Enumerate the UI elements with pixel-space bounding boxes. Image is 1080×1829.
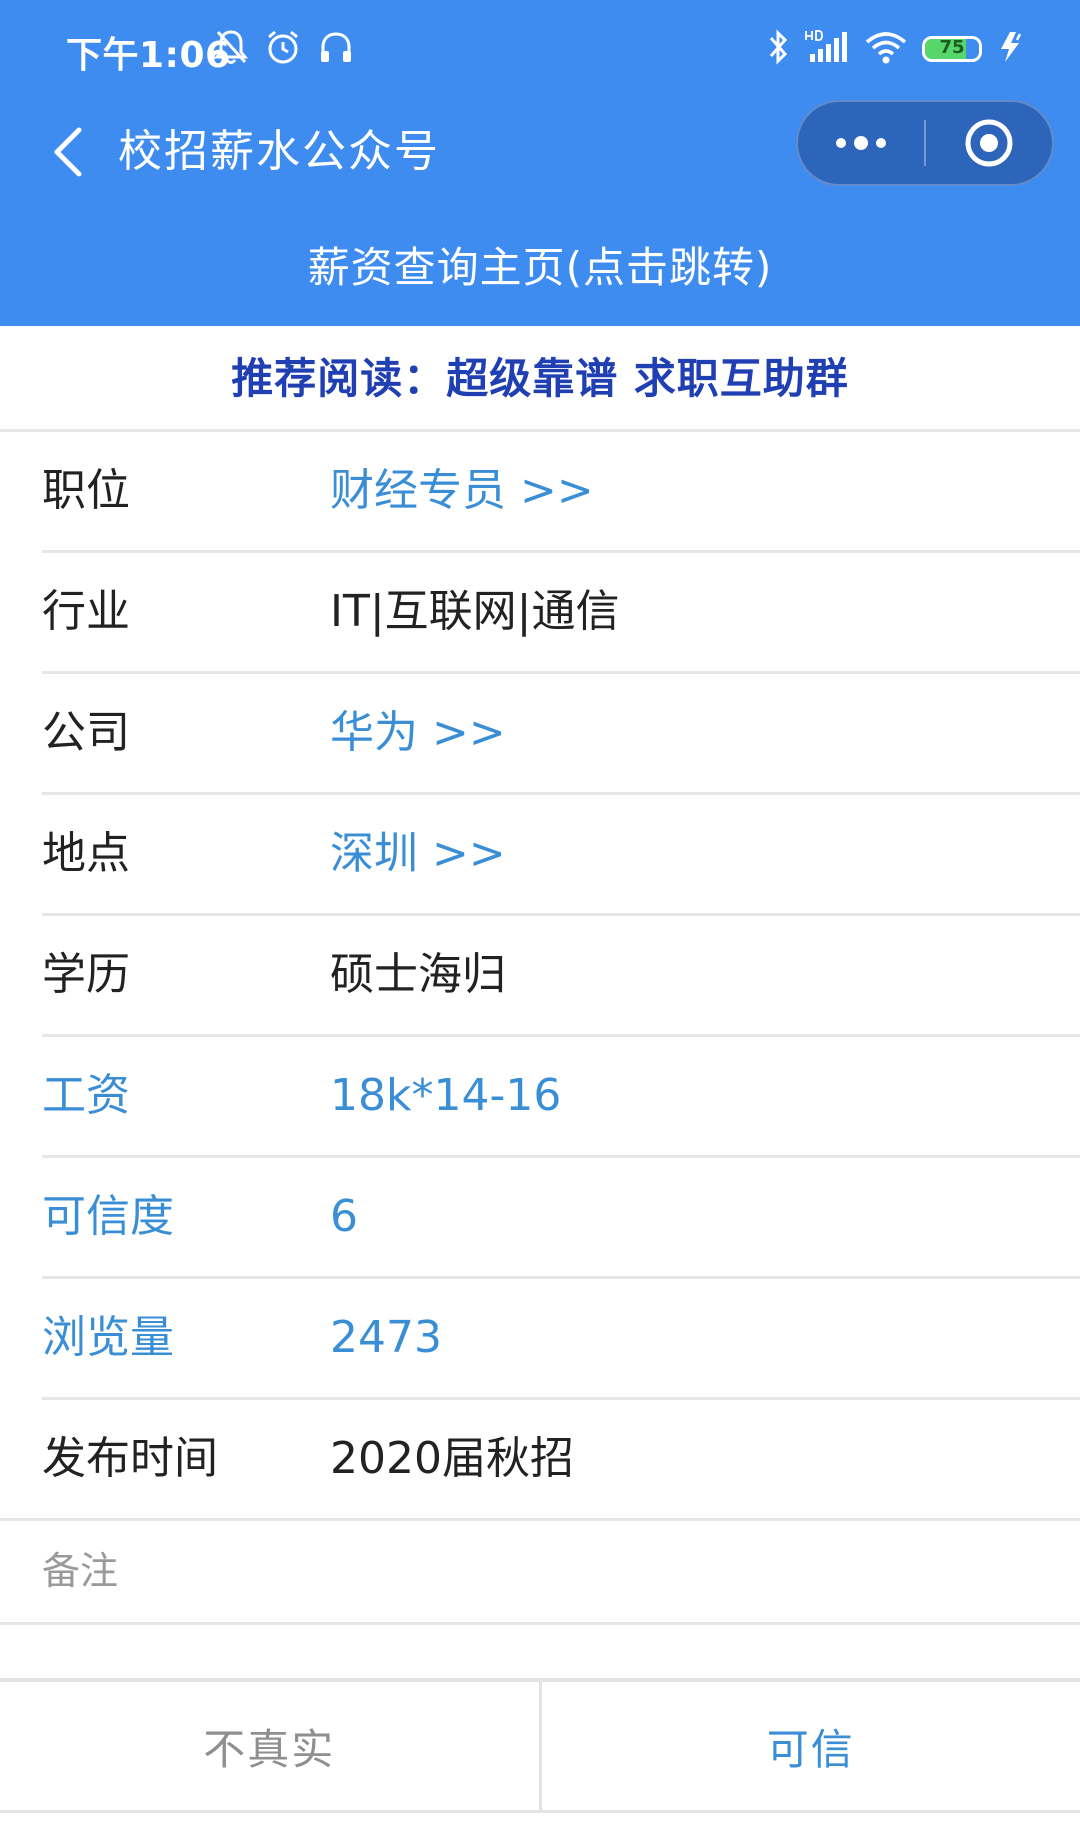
status-right-icons: 75 — [766, 26, 1026, 72]
info-row-company: 公司 华为 >> — [42, 674, 1080, 795]
info-row-education: 学历 硕士海归 — [42, 916, 1080, 1037]
mute-bell-icon — [213, 28, 249, 70]
salary-value: 18k*14-16 — [330, 1070, 562, 1121]
trustworthy-button[interactable]: 可信 — [542, 1682, 1080, 1810]
location-link[interactable]: 深圳 >> — [330, 795, 506, 913]
wifi-icon — [864, 28, 908, 70]
target-circle-icon — [965, 119, 1013, 167]
publish-time-value: 2020届秋招 — [330, 1433, 574, 1484]
not-real-button[interactable]: 不真实 — [0, 1682, 542, 1810]
battery-icon: 75 — [922, 36, 982, 62]
remark-section: 备注 — [0, 1521, 1080, 1625]
info-label: 工资 — [42, 1070, 130, 1121]
info-list: 职位 财经专员 >> 行业 IT|互联网|通信 公司 华为 >> 地点 深圳 >… — [0, 432, 1080, 1521]
more-dots-icon — [836, 136, 886, 150]
info-label: 地点 — [42, 828, 130, 879]
info-label: 学历 — [42, 949, 130, 1000]
nav-bar: 校招薪水公众号 — [0, 100, 1080, 210]
info-row-position: 职位 财经专员 >> — [42, 432, 1080, 553]
bottom-actions: 不真实 可信 — [0, 1678, 1080, 1813]
info-row-publish-time: 发布时间 2020届秋招 — [0, 1400, 1080, 1521]
info-row-location: 地点 深圳 >> — [42, 795, 1080, 916]
close-program-button[interactable] — [926, 102, 1052, 184]
mini-program-capsule — [796, 100, 1054, 186]
position-link[interactable]: 财经专员 >> — [330, 432, 594, 550]
page-title: 校招薪水公众号 — [118, 126, 440, 177]
info-label: 行业 — [42, 586, 130, 637]
info-label: 发布时间 — [42, 1433, 218, 1484]
info-label: 职位 — [42, 465, 130, 516]
recommend-reading-link[interactable]: 推荐阅读：超级靠谱 求职互助群 — [0, 326, 1080, 432]
salary-home-link[interactable]: 薪资查询主页(点击跳转) — [0, 228, 1080, 308]
status-bar: 下午1:06 75 — [0, 0, 1080, 96]
app-header: 下午1:06 75 校招薪水公众号 薪资查询主页(点击跳转) — [0, 0, 1080, 326]
info-row-credibility: 可信度 6 — [42, 1158, 1080, 1279]
status-time: 下午1:06 — [66, 35, 231, 76]
info-label: 浏览量 — [42, 1312, 174, 1363]
chevron-left-icon — [54, 127, 82, 177]
info-row-salary: 工资 18k*14-16 — [42, 1037, 1080, 1158]
info-label: 公司 — [42, 707, 130, 758]
alarm-icon — [264, 28, 302, 70]
charging-icon — [996, 28, 1026, 70]
more-button[interactable] — [798, 102, 924, 184]
info-label: 可信度 — [42, 1191, 174, 1242]
credibility-value: 6 — [330, 1191, 358, 1242]
back-button[interactable] — [38, 122, 98, 182]
remark-label: 备注 — [42, 1549, 119, 1593]
info-row-industry: 行业 IT|互联网|通信 — [42, 553, 1080, 674]
views-value: 2473 — [330, 1312, 442, 1363]
status-left-icons — [213, 26, 354, 72]
education-value: 硕士海归 — [330, 949, 506, 1000]
info-row-views: 浏览量 2473 — [42, 1279, 1080, 1400]
company-link[interactable]: 华为 >> — [330, 674, 506, 792]
industry-value: IT|互联网|通信 — [330, 586, 620, 637]
bluetooth-icon — [766, 28, 790, 70]
signal-hd-icon — [804, 28, 850, 70]
headphones-icon — [318, 29, 354, 69]
battery-level: 75 — [939, 37, 965, 58]
